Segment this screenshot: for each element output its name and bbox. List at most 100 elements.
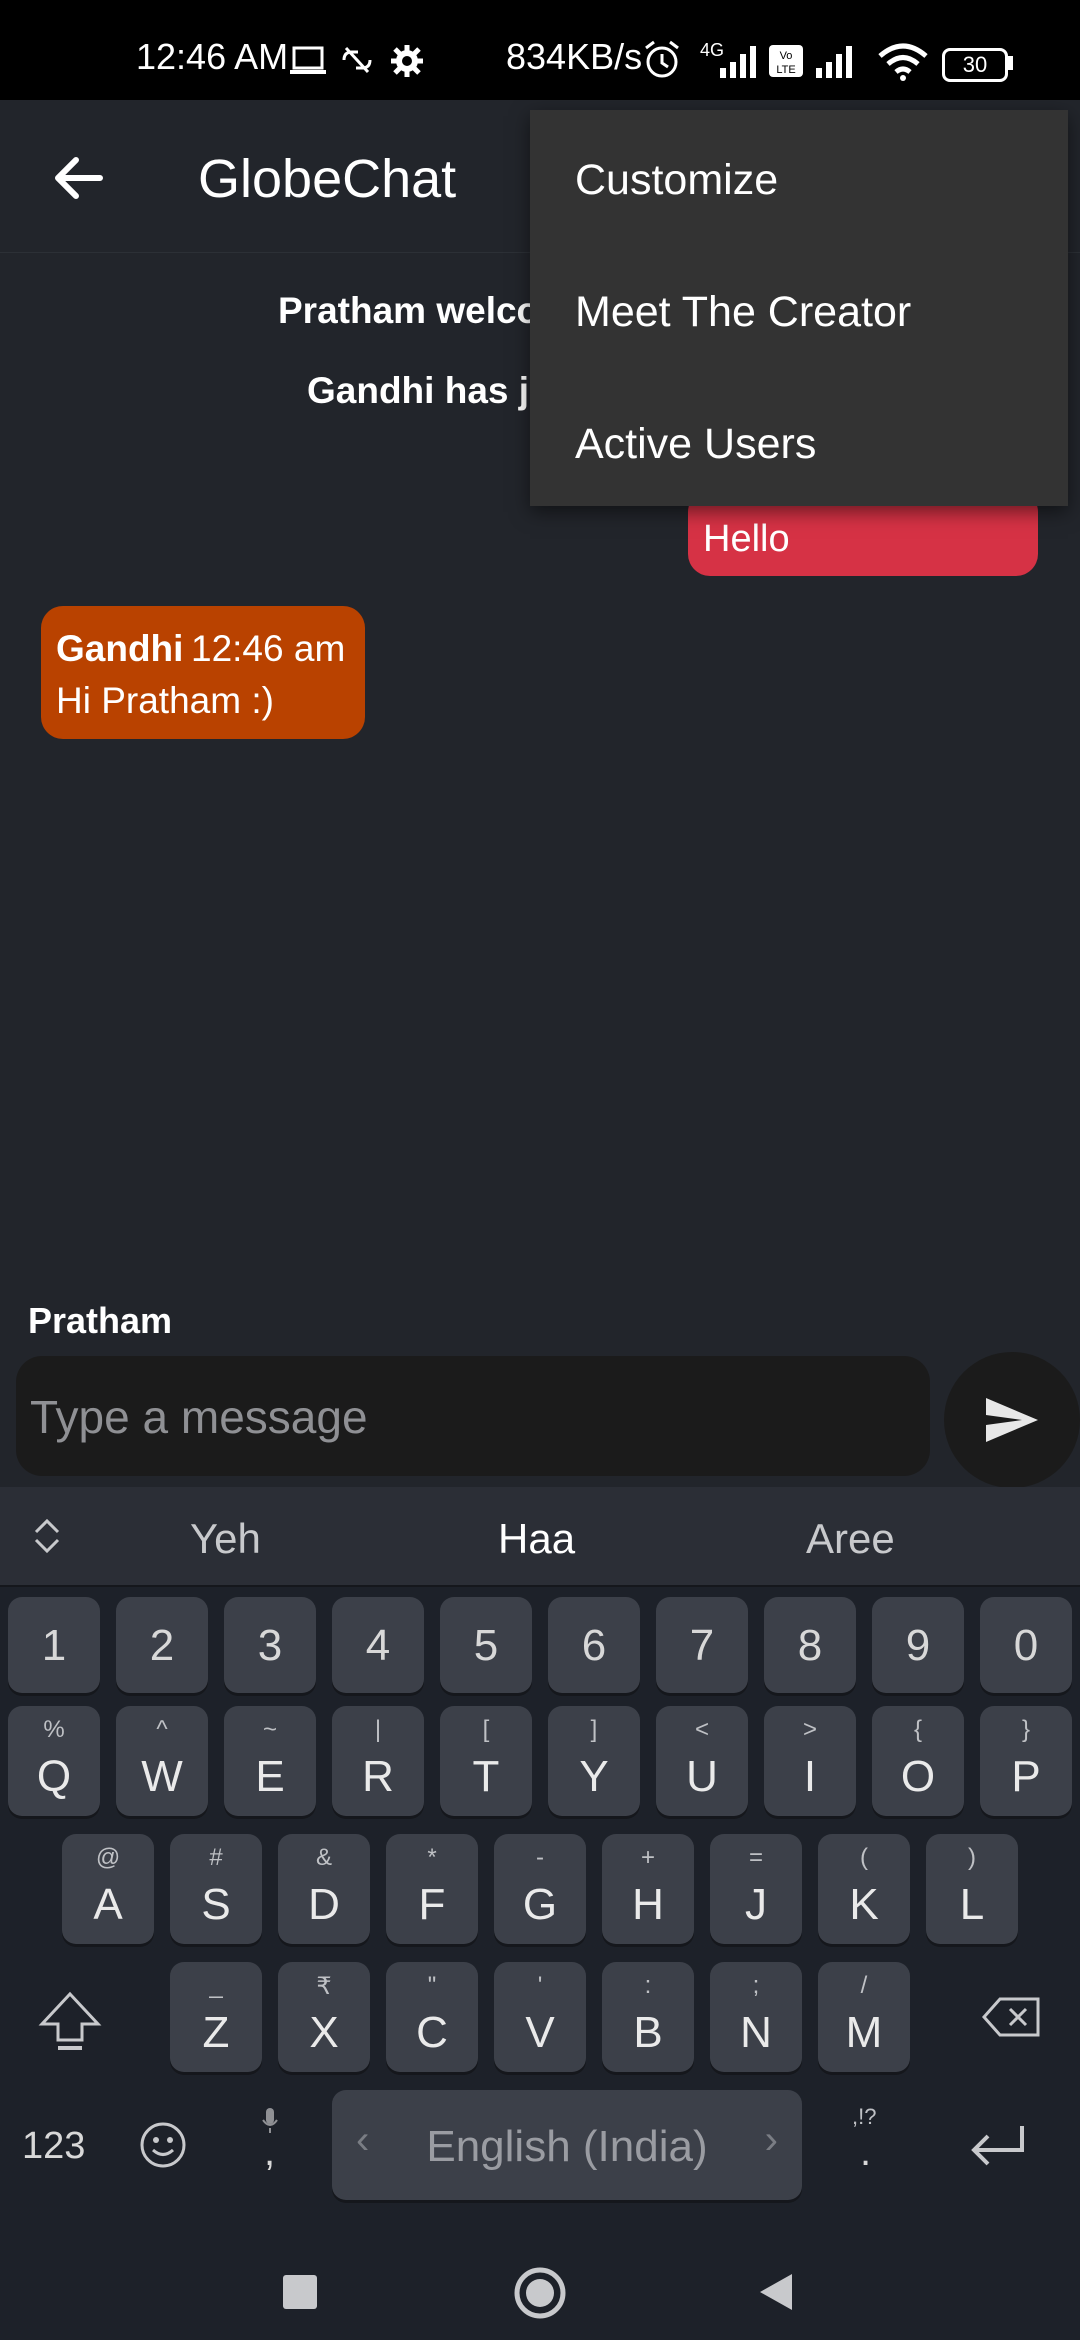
spacebar[interactable]: ‹ English (India) ›: [332, 2090, 802, 2200]
key-hint: /: [860, 1972, 868, 1999]
key[interactable]: _ Z: [170, 1962, 262, 2072]
key-hint: @: [95, 1844, 121, 1871]
key-label: 6: [581, 1621, 607, 1670]
symbols-mode-key[interactable]: 123: [22, 2125, 85, 2168]
key[interactable]: 5: [440, 1597, 532, 1693]
key-label: D: [308, 1880, 340, 1929]
period-key[interactable]: .: [860, 2130, 871, 2175]
key[interactable]: & D: [278, 1834, 370, 1944]
key[interactable]: 6: [548, 1597, 640, 1693]
message-input[interactable]: [28, 1374, 912, 1460]
key-label: 5: [473, 1621, 499, 1670]
key[interactable]: ~ E: [224, 1706, 316, 1816]
period-hint: ,!?: [852, 2104, 877, 2129]
settings-icon: [391, 45, 423, 77]
key[interactable]: # S: [170, 1834, 262, 1944]
key-hint: (: [860, 1844, 868, 1871]
key[interactable]: ] Y: [548, 1706, 640, 1816]
key[interactable]: 1: [8, 1597, 100, 1693]
key-label: K: [849, 1880, 879, 1929]
key[interactable]: > I: [764, 1706, 856, 1816]
key[interactable]: = J: [710, 1834, 802, 1944]
key-label: Z: [202, 2008, 230, 2057]
link-off-icon: [342, 46, 372, 74]
back-nav-icon[interactable]: [758, 2272, 794, 2312]
send-button[interactable]: [944, 1352, 1080, 1488]
battery-tip: [1008, 56, 1013, 70]
key[interactable]: % Q: [8, 1706, 100, 1816]
key[interactable]: + H: [602, 1834, 694, 1944]
incoming-message-bubble: Gandhi 12:46 am Hi Pratham :): [41, 606, 365, 739]
key-hint: :: [644, 1972, 652, 1999]
backspace-icon[interactable]: [982, 1995, 1042, 2039]
signal-2-icon: [816, 46, 852, 78]
key-hint: *: [427, 1844, 437, 1871]
battery-level: 30: [962, 52, 988, 77]
enter-icon[interactable]: [968, 2122, 1028, 2168]
menu-item-active-users[interactable]: Active Users: [575, 420, 816, 469]
message-sender: Gandhi: [56, 628, 184, 669]
key-hint: +: [640, 1844, 655, 1871]
key[interactable]: :B: [602, 1962, 694, 2072]
key[interactable]: 2: [116, 1597, 208, 1693]
key[interactable]: ; N: [710, 1962, 802, 2072]
key[interactable]: [T: [440, 1706, 532, 1816]
emoji-icon[interactable]: [138, 2120, 188, 2170]
menu-item-customize[interactable]: Customize: [575, 156, 778, 205]
suggestion-item[interactable]: Aree: [806, 1515, 895, 1563]
key[interactable]: * F: [386, 1834, 478, 1944]
key[interactable]: 8: [764, 1597, 856, 1693]
key[interactable]: ₹ X: [278, 1962, 370, 2072]
menu-item-meet-the-creator[interactable]: Meet The Creator: [575, 288, 911, 337]
message-text: Hello: [703, 518, 790, 560]
key-hint: ;: [752, 1972, 760, 1999]
key-hint: &: [315, 1844, 332, 1871]
expand-collapse-icon[interactable]: [30, 1516, 64, 1556]
volte-icon: Vo LTE: [769, 45, 803, 77]
key[interactable]: 0: [980, 1597, 1072, 1693]
key-label: J: [745, 1880, 767, 1929]
key-hint: ): [968, 1844, 976, 1871]
key[interactable]: } P: [980, 1706, 1072, 1816]
shift-icon[interactable]: [38, 1990, 102, 2052]
key-hint: ]: [590, 1716, 598, 1743]
key[interactable]: -G: [494, 1834, 586, 1944]
key[interactable]: < U: [656, 1706, 748, 1816]
key-hint: =: [748, 1844, 763, 1871]
recents-icon[interactable]: [283, 2275, 317, 2309]
signal-icon: [720, 46, 756, 78]
key[interactable]: " C: [386, 1962, 478, 2072]
suggestion-item[interactable]: Haa: [498, 1515, 575, 1563]
key-label: R: [362, 1752, 394, 1801]
key-label: S: [201, 1880, 231, 1929]
key-hint: <: [694, 1716, 709, 1743]
key[interactable]: / M: [818, 1962, 910, 2072]
key-label: 1: [41, 1621, 67, 1670]
home-icon[interactable]: [513, 2266, 567, 2320]
key-hint: ~: [262, 1716, 277, 1743]
key[interactable]: 9: [872, 1597, 964, 1693]
key[interactable]: | R: [332, 1706, 424, 1816]
key[interactable]: 4: [332, 1597, 424, 1693]
key[interactable]: @ A: [62, 1834, 154, 1944]
key-hint: }: [1021, 1716, 1030, 1743]
suggestion-item[interactable]: Yeh: [190, 1515, 261, 1563]
key[interactable]: ^ W: [116, 1706, 208, 1816]
key-label: C: [416, 2008, 448, 2057]
key-label: Y: [579, 1752, 609, 1801]
key-label: M: [845, 2008, 883, 2057]
arrow-left-icon[interactable]: [50, 150, 106, 206]
key[interactable]: 3: [224, 1597, 316, 1693]
system-message: Gandhi has jo: [307, 370, 552, 411]
key[interactable]: ) L: [926, 1834, 1018, 1944]
svg-text:Vo: Vo: [780, 50, 793, 62]
comma-key[interactable]: ,: [264, 2130, 275, 2175]
key[interactable]: (K: [818, 1834, 910, 1944]
key-hint: >: [802, 1716, 817, 1743]
key-label: N: [740, 2008, 772, 2057]
key[interactable]: {O: [872, 1706, 964, 1816]
key[interactable]: ' V: [494, 1962, 586, 2072]
status-bar: 12:46 AM 834KB/s 4G Vo LTE 30: [0, 0, 1080, 100]
key-label: A: [93, 1880, 123, 1929]
key[interactable]: 7: [656, 1597, 748, 1693]
